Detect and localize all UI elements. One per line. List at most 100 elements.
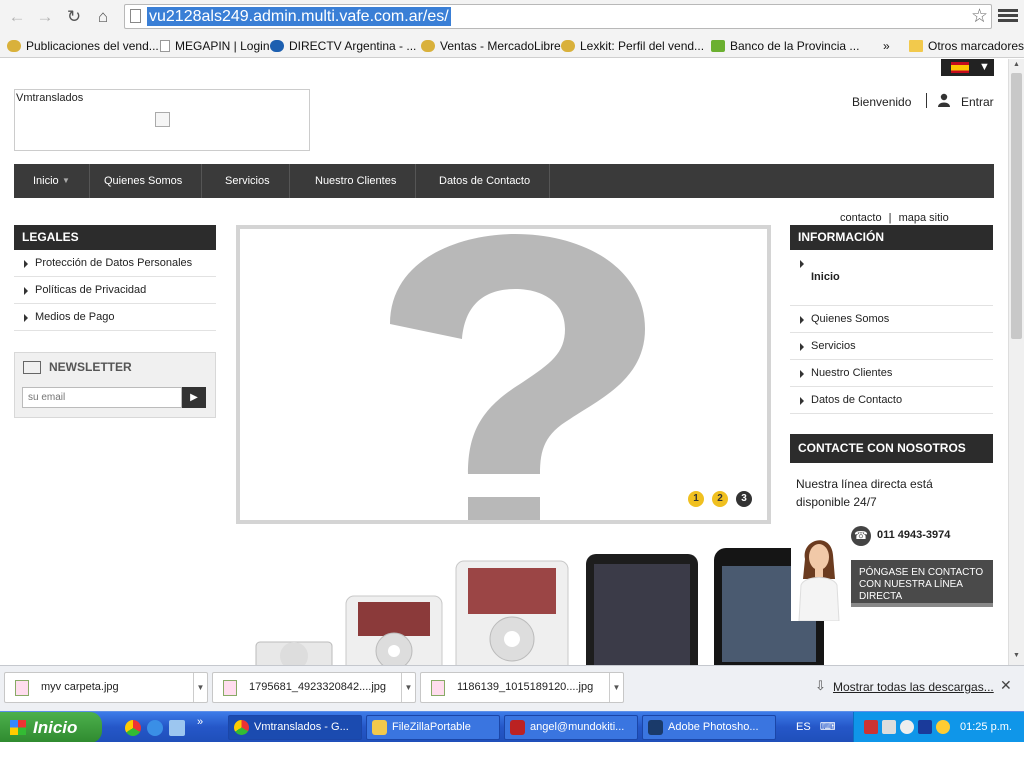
nav-item-servicios[interactable]: Servicios — [206, 164, 290, 198]
logo[interactable]: Vmtranslados — [14, 89, 310, 151]
chrome-tray-icon[interactable] — [936, 720, 950, 734]
bookmark-item[interactable]: Banco de la Provincia ... — [711, 37, 859, 55]
divider — [926, 93, 927, 108]
close-icon[interactable]: ✕ — [1000, 677, 1012, 694]
info-link[interactable]: Quienes Somos — [790, 306, 993, 333]
legal-link[interactable]: Protección de Datos Personales — [14, 250, 216, 277]
reload-icon[interactable]: ↻ — [63, 6, 85, 28]
nav-item-quienes-somos[interactable]: Quienes Somos — [85, 164, 203, 198]
download-item[interactable]: 1795681_4923320842....jpg ▼ — [212, 672, 416, 703]
top-links: contacto | mapa sitio — [840, 212, 949, 224]
logo-alt-text: Vmtranslados — [16, 92, 84, 104]
link-separator: | — [888, 212, 892, 224]
keyboard-icon: ⌨ — [819, 721, 836, 733]
contact-link[interactable]: contacto — [840, 212, 882, 224]
user-icon[interactable] — [937, 93, 951, 107]
start-button[interactable]: Inicio — [0, 712, 102, 743]
page-icon — [130, 9, 141, 23]
taskbar-task-photoshop[interactable]: Adobe Photosho... — [642, 715, 776, 740]
informacion-box: INFORMACIÓN Inicio Quienes Somos Servici… — [790, 225, 993, 414]
chevron-down-icon: ▼ — [62, 176, 70, 185]
bookmark-item[interactable]: Lexkit: Perfil del vend... — [561, 37, 704, 55]
nav-item-inicio[interactable]: Inicio ▼ — [14, 164, 90, 198]
blank-area — [0, 742, 1024, 768]
network-icon[interactable] — [882, 720, 896, 734]
volume-icon[interactable] — [900, 720, 914, 734]
slider-dot-2[interactable]: 2 — [712, 491, 728, 507]
image-file-icon — [223, 680, 237, 696]
products-banner-image — [255, 548, 824, 665]
browser-menu-icon[interactable] — [998, 7, 1018, 25]
email-field[interactable] — [22, 387, 182, 408]
bookmark-item[interactable]: Ventas - MercadoLibre — [421, 37, 561, 55]
info-link[interactable]: Datos de Contacto — [790, 387, 993, 414]
other-bookmarks-folder[interactable]: Otros marcadores — [909, 37, 1024, 55]
legal-link[interactable]: Políticas de Privacidad — [14, 277, 216, 304]
taskbar-task-filezilla[interactable]: FileZillaPortable — [366, 715, 500, 740]
download-item[interactable]: myv carpeta.jpg ▼ — [4, 672, 208, 703]
image-file-icon — [431, 680, 445, 696]
login-link[interactable]: Entrar — [961, 95, 994, 109]
url-text[interactable]: vu2128als249.admin.multi.vafe.com.ar/es/ — [147, 7, 451, 26]
bookmark-star-icon[interactable]: ☆ — [971, 5, 988, 28]
subscribe-button[interactable]: ▶ — [182, 387, 206, 408]
quick-launch-icon[interactable] — [169, 720, 185, 736]
show-all-downloads-link[interactable]: Mostrar todas las descargas... — [833, 680, 994, 694]
scroll-up-icon[interactable]: ▲ — [1013, 61, 1020, 68]
slider-dot-1[interactable]: 1 — [688, 491, 704, 507]
browser-toolbar: ← → ↻ ⌂ vu2128als249.admin.multi.vafe.co… — [0, 0, 1024, 34]
contact-hotline-button[interactable]: PÓNGASE EN CONTACTO CON NUESTRA LÍNEA DI… — [851, 560, 993, 607]
download-menu-arrow[interactable]: ▼ — [401, 673, 415, 702]
back-icon[interactable]: ← — [6, 6, 28, 28]
contacte-title: CONTACTE CON NOSOTROS — [790, 434, 993, 463]
phone-number: 011 4943-3974 — [877, 529, 951, 541]
address-bar[interactable]: vu2128als249.admin.multi.vafe.com.ar/es/… — [124, 4, 992, 29]
newsletter-box: NEWSLETTER ▶ — [14, 352, 216, 418]
forward-icon[interactable]: → — [34, 6, 56, 28]
windows-logo-icon — [10, 720, 26, 735]
quick-launch-overflow[interactable]: » — [197, 712, 203, 732]
taskbar-task-filezilla-window[interactable]: angel@mundokiti... — [504, 715, 638, 740]
info-link[interactable]: Servicios — [790, 333, 993, 360]
legales-title: LEGALES — [14, 225, 216, 250]
nav-item-contacto[interactable]: Datos de Contacto — [420, 164, 551, 198]
downloads-bar: myv carpeta.jpg ▼ 1795681_4923320842....j… — [0, 665, 1024, 711]
sitemap-link[interactable]: mapa sitio — [899, 212, 949, 224]
info-link[interactable]: Nuestro Clientes — [790, 360, 993, 387]
download-menu-arrow[interactable]: ▼ — [193, 673, 207, 702]
envelope-icon — [23, 361, 41, 374]
nav-item-clientes[interactable]: Nuestro Clientes — [296, 164, 417, 198]
info-link-inicio[interactable]: Inicio — [790, 250, 993, 306]
bookmark-item[interactable]: DIRECTV Argentina - ... — [270, 37, 416, 55]
informacion-title: INFORMACIÓN — [790, 225, 993, 250]
language-indicator[interactable]: ES ⌨ — [790, 712, 840, 743]
contacte-box: CONTACTE CON NOSOTROS — [790, 434, 993, 463]
dropdown-arrow-icon: ▼ — [979, 61, 990, 73]
internet-explorer-icon[interactable] — [147, 720, 163, 736]
page-scrollbar[interactable]: ▲ ▼ — [1008, 59, 1024, 665]
language-selector[interactable]: ▼ — [941, 59, 994, 76]
image-slider[interactable]: 1 2 3 — [236, 225, 771, 524]
download-item[interactable]: 1186139_1015189120....jpg ▼ — [420, 672, 624, 703]
download-menu-arrow[interactable]: ▼ — [609, 673, 623, 702]
taskbar: Inicio » Vmtranslados - G... FileZillaPo… — [0, 711, 1024, 743]
bookmarks-overflow[interactable]: » — [883, 37, 890, 55]
tray-app-icon[interactable] — [918, 720, 932, 734]
download-arrow-icon: ⇩ — [815, 678, 826, 693]
slider-dot-3[interactable]: 3 — [736, 491, 752, 507]
bookmark-item[interactable]: Publicaciones del vend... — [7, 37, 159, 55]
home-icon[interactable]: ⌂ — [92, 6, 114, 28]
image-file-icon — [15, 680, 29, 696]
scroll-down-icon[interactable]: ▼ — [1013, 652, 1020, 659]
hotline-text: Nuestra línea directa está disponible 24… — [796, 477, 933, 509]
chrome-icon[interactable] — [125, 720, 141, 736]
newsletter-title: NEWSLETTER — [49, 360, 132, 374]
legales-box: LEGALES Protección de Datos Personales P… — [14, 225, 216, 331]
main-nav: Inicio ▼ Quienes Somos Servicios Nuestro… — [14, 164, 994, 198]
scrollbar-thumb[interactable] — [1011, 73, 1022, 339]
legal-link[interactable]: Medios de Pago — [14, 304, 216, 331]
support-agent-image — [791, 529, 847, 621]
bookmark-item[interactable]: MEGAPIN | Login — [160, 37, 270, 55]
taskbar-task-chrome[interactable]: Vmtranslados - G... — [228, 715, 362, 740]
antivirus-icon[interactable] — [864, 720, 878, 734]
